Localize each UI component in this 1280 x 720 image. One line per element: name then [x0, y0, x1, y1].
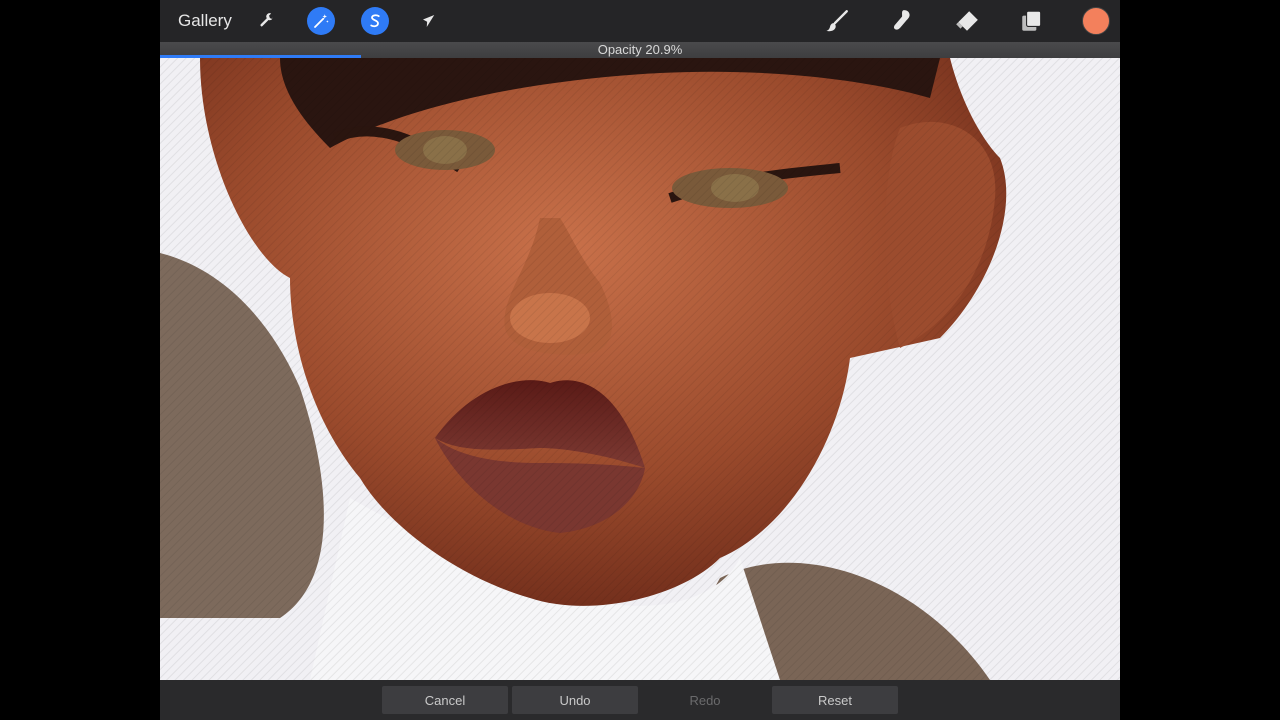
layers-icon	[1022, 10, 1042, 31]
procreate-app: Gallery Opacity 20.9% Cancel Undo Redo R…	[160, 0, 1120, 720]
eraser-button[interactable]	[952, 6, 982, 36]
adjustments-button[interactable]	[307, 7, 335, 35]
selection-s-icon	[370, 14, 380, 28]
cancel-button[interactable]: Cancel	[382, 686, 508, 714]
eraser-icon	[956, 11, 978, 31]
smudge-icon	[893, 10, 910, 30]
top-toolbar: Gallery	[160, 0, 1120, 42]
layers-button[interactable]	[1017, 6, 1047, 36]
redo-button[interactable]: Redo	[642, 686, 768, 714]
arrow-cursor-icon	[423, 15, 435, 27]
actions-button[interactable]	[253, 7, 281, 35]
right-toolbar	[822, 0, 1120, 42]
color-picker-button[interactable]	[1082, 7, 1110, 35]
brush-icon	[826, 10, 848, 32]
drawing-canvas[interactable]	[160, 58, 1120, 680]
reset-button[interactable]: Reset	[772, 686, 898, 714]
gallery-button[interactable]: Gallery	[178, 11, 248, 31]
brush-button[interactable]	[822, 6, 852, 36]
undo-button[interactable]: Undo	[512, 686, 638, 714]
smudge-button[interactable]	[887, 6, 917, 36]
selection-button[interactable]	[361, 7, 389, 35]
wrench-icon	[260, 13, 273, 27]
bottom-action-bar: Cancel Undo Redo Reset	[160, 680, 1120, 720]
portrait-artwork	[160, 58, 1120, 680]
opacity-label: Opacity 20.9%	[597, 42, 683, 57]
magic-wand-icon	[314, 14, 329, 28]
transform-button[interactable]	[415, 7, 443, 35]
